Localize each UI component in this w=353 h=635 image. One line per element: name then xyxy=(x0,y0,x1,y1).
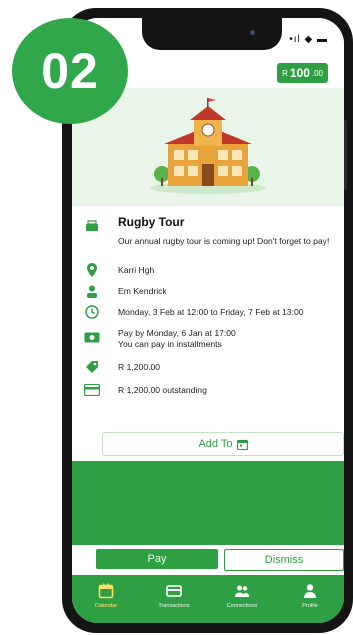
event-details: Rugby Tour Our annual rugby tour is comi… xyxy=(72,206,344,461)
bottom-tab-bar: Calendar Transactions Connections Profil… xyxy=(72,575,344,623)
event-price: R 1,200.00 xyxy=(118,362,161,372)
notch xyxy=(142,18,282,50)
tab-transactions-label: Transactions xyxy=(158,603,190,609)
person-icon xyxy=(84,283,100,299)
green-background-panel xyxy=(72,461,344,545)
tab-connections-label: Connections xyxy=(226,603,258,609)
balance-currency: R xyxy=(282,68,288,78)
location-pin-icon xyxy=(84,262,100,278)
step-number: 02 xyxy=(41,43,99,99)
tab-calendar-label: Calendar xyxy=(94,603,118,609)
person-icon xyxy=(304,584,316,598)
add-to-label: Add To xyxy=(198,438,233,450)
calendar-icon xyxy=(236,439,248,450)
people-icon xyxy=(235,585,249,597)
status-icons: •ıl ◆ ▬ xyxy=(289,34,328,45)
outstanding-amount: R 1,200.00 outstanding xyxy=(118,385,207,395)
dismiss-button[interactable]: Dismiss xyxy=(224,549,344,571)
price-tag-icon xyxy=(84,359,100,375)
tab-transactions[interactable]: Transactions xyxy=(140,575,208,623)
balance-cents: .00 xyxy=(311,68,323,78)
event-dates: Monday, 3 Feb at 12:00 to Friday, 7 Feb … xyxy=(118,307,304,317)
action-buttons: Pay Dismiss xyxy=(72,545,344,575)
balance-amount: 100 xyxy=(289,66,310,80)
tab-profile[interactable]: Profile xyxy=(276,575,344,623)
card-icon xyxy=(84,382,100,398)
step-number-badge: 02 xyxy=(12,18,128,124)
event-description: Our annual rugby tour is coming up! Don'… xyxy=(118,236,330,246)
add-to-calendar-button[interactable]: Add To xyxy=(102,432,344,456)
tab-connections[interactable]: Connections xyxy=(208,575,276,623)
balance-badge[interactable]: R 100 .00 xyxy=(277,63,328,83)
event-organiser: Em Kendrick xyxy=(118,286,167,296)
calendar-icon xyxy=(98,583,114,599)
school-building-illustration xyxy=(150,98,266,194)
phone-screen: •ıl ◆ ▬ R 100 .00 Rugby Tour Our annual … xyxy=(72,18,344,623)
tab-profile-label: Profile xyxy=(302,603,318,609)
card-icon xyxy=(166,585,182,597)
clock-icon xyxy=(84,304,100,320)
installments-note: You can pay in installments xyxy=(118,339,222,349)
tab-calendar[interactable]: Calendar xyxy=(72,575,140,623)
event-title: Rugby Tour xyxy=(118,215,185,229)
cash-icon xyxy=(84,329,100,345)
camera-dot xyxy=(250,30,255,35)
basket-icon xyxy=(84,218,100,234)
event-location: Karri Hgh xyxy=(118,265,155,275)
pay-button[interactable]: Pay xyxy=(96,549,218,569)
